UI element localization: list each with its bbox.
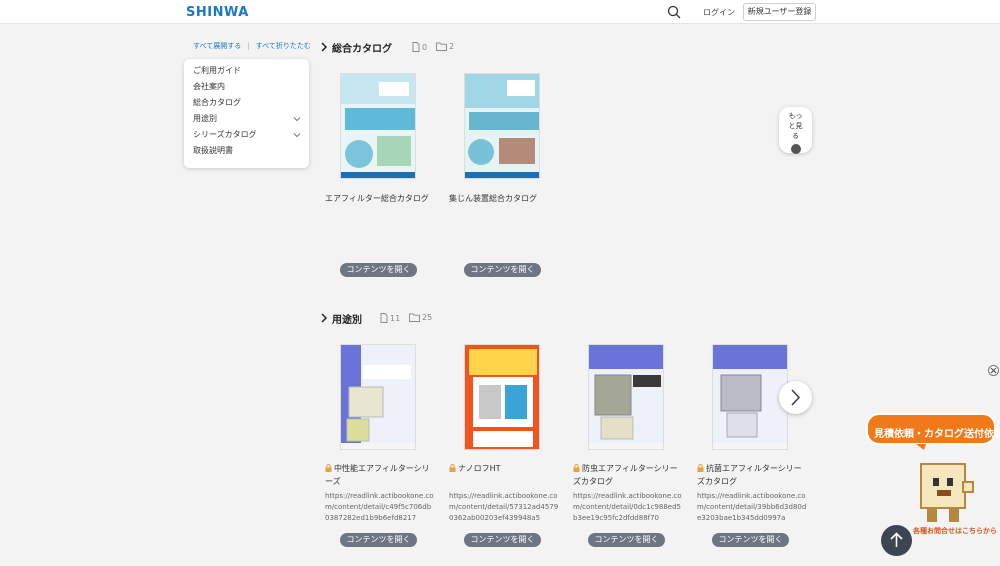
collapse-all-link[interactable]: すべて折りたたむ bbox=[256, 42, 311, 50]
open-content-button[interactable]: コンテンツを開く bbox=[712, 533, 789, 547]
expand-all-link[interactable]: すべて展開する bbox=[193, 42, 241, 50]
chevron-right-icon bbox=[791, 389, 801, 406]
open-content-button[interactable]: コンテンツを開く bbox=[340, 263, 417, 277]
open-content-button[interactable]: コンテンツを開く bbox=[340, 533, 417, 547]
folder-count-value: 2 bbox=[449, 42, 455, 51]
folder-icon bbox=[436, 42, 447, 51]
card-title[interactable]: 防虫エアフィルターシリーズカタログ bbox=[573, 462, 685, 488]
folder-count-value: 25 bbox=[422, 313, 433, 322]
close-icon bbox=[990, 367, 997, 374]
open-content-button[interactable]: コンテンツを開く bbox=[588, 533, 665, 547]
folder-icon bbox=[409, 313, 420, 322]
card-url[interactable]: https://readlink.actibookone.com/content… bbox=[325, 491, 435, 524]
more-button[interactable]: もっと見る bbox=[779, 107, 812, 154]
catalog-thumbnail[interactable] bbox=[464, 73, 540, 179]
open-content-button[interactable]: コンテンツを開く bbox=[464, 533, 541, 547]
card-title[interactable]: ナノロフHT bbox=[449, 462, 561, 475]
lock-icon bbox=[325, 464, 332, 472]
shinwa-logo[interactable]: SHINWA bbox=[186, 5, 249, 20]
chevron-down-icon[interactable] bbox=[293, 131, 301, 139]
sidebar-item-series-catalog[interactable]: シリーズカタログ bbox=[193, 129, 257, 140]
chevron-down-icon[interactable] bbox=[293, 115, 301, 123]
login-link[interactable]: ログイン bbox=[703, 7, 735, 18]
sidebar-toggle-links: すべて展開する | すべて折りたたむ bbox=[193, 41, 311, 51]
antibacterial-filter-catalog-cover bbox=[713, 345, 787, 449]
close-banner-button[interactable] bbox=[988, 365, 999, 376]
chevron-right-icon[interactable] bbox=[320, 42, 328, 52]
card-title[interactable]: エアフィルター総合カタログ bbox=[325, 192, 429, 205]
card-title[interactable]: 抗菌エアフィルターシリーズカタログ bbox=[697, 462, 809, 488]
lock-icon bbox=[573, 464, 580, 472]
catalog-thumbnail[interactable] bbox=[464, 344, 540, 450]
search-icon[interactable] bbox=[667, 5, 681, 19]
nanoroph-ht-catalog-cover bbox=[465, 345, 539, 449]
lock-icon bbox=[449, 464, 456, 472]
doc-count: 0 bbox=[412, 42, 427, 52]
insect-filter-catalog-cover bbox=[589, 345, 663, 449]
folder-count: 25 bbox=[409, 313, 432, 322]
sidebar-item-manuals[interactable]: 取扱説明書 bbox=[193, 145, 233, 156]
catalog-thumbnail[interactable] bbox=[588, 344, 664, 450]
folder-count: 2 bbox=[436, 42, 454, 51]
more-button-label: もっと見る bbox=[788, 112, 803, 140]
catalog-thumbnail[interactable] bbox=[340, 73, 416, 179]
doc-count-value: 11 bbox=[390, 314, 401, 323]
sidebar-item-guide[interactable]: ご利用ガイド bbox=[193, 65, 241, 76]
card-url[interactable]: https://readlink.actibookone.com/content… bbox=[449, 491, 559, 524]
sidebar-item-by-use[interactable]: 用途別 bbox=[193, 113, 217, 124]
mascot-illustration[interactable] bbox=[915, 460, 977, 526]
card-url[interactable]: https://readlink.actibookone.com/content… bbox=[573, 491, 683, 524]
sidebar-menu: ご利用ガイド 会社案内 総合カタログ 用途別 シリーズカタログ 取扱説明書 bbox=[184, 59, 309, 168]
open-content-button[interactable]: コンテンツを開く bbox=[464, 263, 541, 277]
card-title[interactable]: 中性能エアフィルターシリーズ bbox=[325, 462, 437, 488]
lock-icon bbox=[697, 464, 704, 472]
carousel-next-button[interactable] bbox=[779, 381, 812, 414]
doc-count-value: 0 bbox=[422, 43, 428, 52]
card-url[interactable]: https://readlink.actibookone.com/content… bbox=[697, 491, 807, 524]
air-filter-catalog-cover bbox=[341, 74, 415, 178]
card-title[interactable]: 集じん装置総合カタログ bbox=[449, 192, 537, 205]
doc-count: 11 bbox=[380, 313, 400, 323]
document-icon bbox=[380, 313, 388, 323]
quote-request-text[interactable]: 見積依頼・カタログ送付依頼 bbox=[874, 425, 1000, 440]
dust-collector-catalog-cover bbox=[465, 74, 539, 178]
scroll-to-top-button[interactable] bbox=[881, 525, 912, 556]
catalog-thumbnail[interactable] bbox=[712, 344, 788, 450]
chevron-right-circle-icon bbox=[790, 144, 801, 154]
sidebar-item-general-catalog[interactable]: 総合カタログ bbox=[193, 97, 241, 108]
register-button[interactable]: 新規ユーザー登録 bbox=[743, 3, 816, 21]
medium-filter-catalog-cover bbox=[341, 345, 415, 449]
catalog-thumbnail[interactable] bbox=[340, 344, 416, 450]
chevron-right-icon[interactable] bbox=[320, 313, 328, 323]
section-title-by-use[interactable]: 用途別 bbox=[332, 311, 362, 326]
document-icon bbox=[412, 42, 420, 52]
separator: | bbox=[247, 42, 250, 50]
sidebar-item-company[interactable]: 会社案内 bbox=[193, 81, 225, 92]
section-title-general[interactable]: 総合カタログ bbox=[332, 40, 392, 55]
header-bar: SHINWA ログイン 新規ユーザー登録 bbox=[0, 0, 1000, 24]
arrow-up-icon bbox=[890, 532, 903, 547]
contact-link-text[interactable]: 各種お問合せはこちらから bbox=[913, 526, 997, 536]
